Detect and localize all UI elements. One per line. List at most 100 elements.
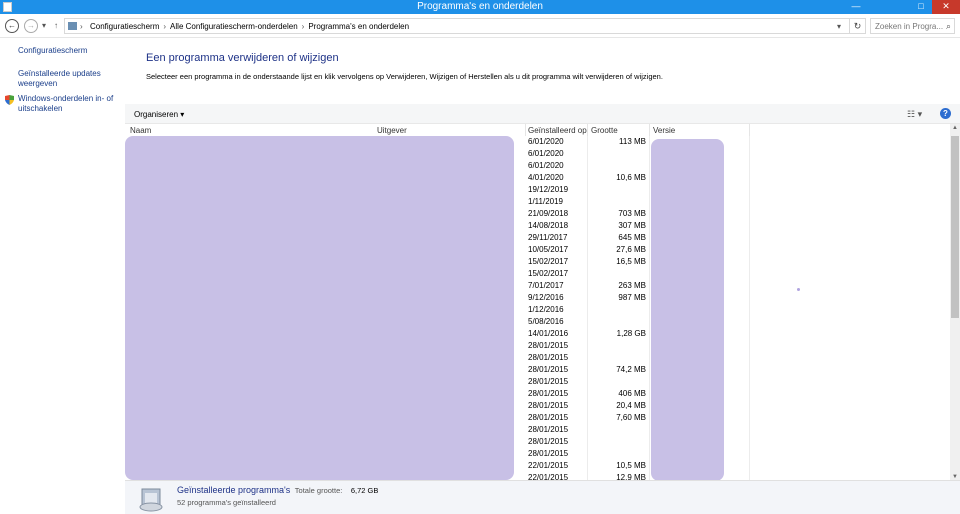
column-divider[interactable] (649, 124, 650, 136)
chevron-right-icon[interactable]: › (163, 22, 166, 31)
installed-date: 21/09/2018 (528, 209, 569, 218)
column-divider[interactable] (749, 124, 750, 136)
installed-date: 6/01/2020 (528, 161, 564, 170)
installed-date: 1/12/2016 (528, 305, 564, 314)
vertical-scrollbar[interactable]: ▲ ▼ (950, 124, 960, 480)
address-bar: ← → ▾ ↑ › Configuratiescherm › Alle Config… (0, 14, 960, 38)
installed-date: 15/02/2017 (528, 269, 569, 278)
minimize-button[interactable]: — (845, 0, 867, 14)
program-size: 406 MB (618, 389, 646, 398)
installed-date: 14/08/2018 (528, 221, 569, 230)
program-size: 703 MB (618, 209, 646, 218)
program-size: 10,5 MB (616, 461, 646, 470)
chevron-right-icon[interactable]: › (302, 22, 305, 31)
program-size: 10,6 MB (616, 173, 646, 182)
installed-date: 7/01/2017 (528, 281, 564, 290)
column-headers: Naam Uitgever Geïnstalleerd op Grootte V… (125, 124, 950, 136)
breadcrumb-item[interactable]: Programma's en onderdelen (308, 22, 409, 31)
column-header-size[interactable]: Grootte (591, 126, 618, 135)
shield-icon (5, 95, 14, 105)
installed-date: 5/08/2016 (528, 317, 564, 326)
close-button[interactable]: ✕ (932, 0, 960, 14)
installed-date: 9/12/2016 (528, 293, 564, 302)
column-header-publisher[interactable]: Uitgever (377, 126, 407, 135)
column-header-installed-on[interactable]: Geïnstalleerd op (528, 126, 587, 135)
details-pane: Geïnstalleerde programma's Totale groott… (125, 480, 960, 514)
program-size: 7,60 MB (616, 413, 646, 422)
installed-date: 28/01/2015 (528, 377, 569, 386)
redacted-version (651, 139, 724, 481)
column-header-name[interactable]: Naam (130, 126, 151, 135)
command-bar: Organiseren ▾ ☷ ▾ ? (125, 104, 960, 124)
installed-date: 10/05/2017 (528, 245, 569, 254)
installed-date: 28/01/2015 (528, 353, 569, 362)
breadcrumb-item[interactable]: Alle Configuratiescherm-onderdelen (170, 22, 298, 31)
column-header-version[interactable]: Versie (653, 126, 675, 135)
installed-date: 19/12/2019 (528, 185, 569, 194)
installed-date: 1/11/2019 (528, 197, 563, 206)
recent-locations-icon[interactable]: ▾ (42, 21, 46, 30)
back-button[interactable]: ← (5, 19, 19, 33)
installed-date: 22/01/2015 (528, 473, 569, 480)
help-button[interactable]: ? (940, 108, 951, 119)
program-size: 16,5 MB (616, 257, 646, 266)
installed-date: 28/01/2015 (528, 389, 569, 398)
program-count: 52 programma's geïnstalleerd (177, 498, 276, 507)
installed-date: 28/01/2015 (528, 425, 569, 434)
programs-icon (139, 488, 163, 512)
total-size-label: Totale grootte: (294, 486, 343, 495)
installed-date: 14/01/2016 (528, 329, 569, 338)
installed-date: 28/01/2015 (528, 341, 569, 350)
installed-date: 28/01/2015 (528, 413, 569, 422)
chevron-right-icon[interactable]: › (80, 22, 83, 31)
program-size: 74,2 MB (616, 365, 646, 374)
installed-date: 6/01/2020 (528, 137, 564, 146)
program-size: 1,28 GB (616, 329, 646, 338)
chevron-down-icon[interactable]: ▾ (837, 22, 841, 31)
program-size: 263 MB (618, 281, 646, 290)
installed-date: 4/01/2020 (528, 173, 564, 182)
search-input[interactable]: Zoeken in Progra... ⌕ (870, 18, 955, 34)
program-size: 113 MB (619, 137, 646, 146)
change-view-button[interactable]: ☷ ▾ (907, 109, 922, 120)
window-title: Programma's en onderdelen (417, 1, 543, 12)
column-divider[interactable] (525, 124, 526, 136)
column-divider[interactable] (587, 124, 588, 136)
control-panel-icon (68, 22, 77, 30)
installed-programs-title: Geïnstalleerde programma's (177, 485, 291, 495)
program-size: 12,9 MB (616, 473, 646, 480)
program-size: 307 MB (618, 221, 646, 230)
scrollbar-thumb[interactable] (951, 136, 959, 318)
chevron-down-icon: ▾ (180, 110, 185, 119)
sidebar-item-installed-updates[interactable]: Geïnstalleerde updates weergeven (18, 69, 118, 89)
organize-button[interactable]: Organiseren ▾ (134, 110, 184, 119)
installed-date: 29/11/2017 (528, 233, 568, 242)
sidebar-item-windows-features[interactable]: Windows-onderdelen in- of uitschakelen (18, 94, 118, 114)
installed-date: 28/01/2015 (528, 449, 569, 458)
program-size: 645 MB (618, 233, 646, 242)
installed-date: 6/01/2020 (528, 149, 564, 158)
sidebar-item-control-panel[interactable]: Configuratiescherm (18, 46, 118, 56)
breadcrumb[interactable]: › Configuratiescherm › Alle Configuratiesc… (64, 18, 850, 34)
installed-date: 28/01/2015 (528, 437, 569, 446)
organize-label: Organiseren (134, 110, 179, 119)
redaction-mark (797, 288, 800, 291)
installed-date: 22/01/2015 (528, 461, 569, 470)
total-size-value: 6,72 GB (350, 486, 379, 495)
scroll-up-icon[interactable]: ▲ (950, 125, 960, 131)
search-placeholder: Zoeken in Progra... (875, 22, 944, 31)
redacted-name-publisher (125, 136, 514, 480)
title-bar: Programma's en onderdelen — □ ✕ (0, 0, 960, 14)
installed-date: 28/01/2015 (528, 401, 569, 410)
page-description: Selecteer een programma in de onderstaan… (146, 72, 663, 81)
program-size: 20,4 MB (616, 401, 646, 410)
refresh-button[interactable]: ↻ (850, 18, 866, 34)
sidebar: Configuratiescherm Geïnstalleerde update… (0, 38, 122, 514)
breadcrumb-item[interactable]: Configuratiescherm (90, 22, 159, 31)
installed-date: 28/01/2015 (528, 365, 569, 374)
forward-button[interactable]: → (24, 19, 38, 33)
maximize-button[interactable]: □ (910, 0, 932, 14)
program-size: 27,6 MB (616, 245, 646, 254)
search-icon[interactable]: ⌕ (946, 21, 951, 32)
up-button[interactable]: ↑ (54, 21, 58, 30)
